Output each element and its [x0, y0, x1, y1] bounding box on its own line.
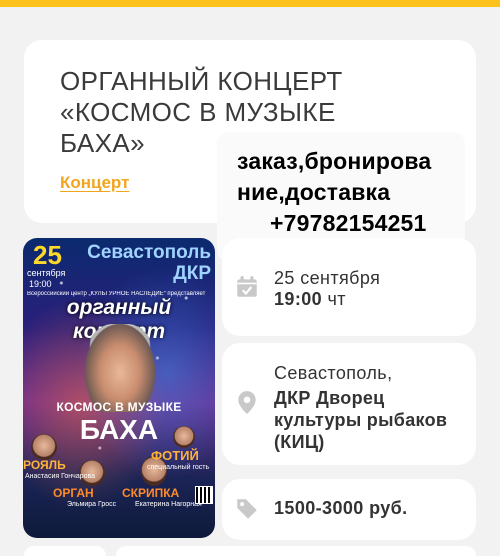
poster-date: 25 — [33, 240, 62, 270]
poster-month: сентября — [27, 268, 66, 278]
poster-performer-photo — [31, 434, 57, 460]
date-info-card: 25 сентября 19:00 чт — [222, 238, 476, 336]
event-time-line: 19:00 чт — [274, 289, 346, 310]
poster-venue-short: ДКР — [173, 263, 211, 284]
poster-performer1-role: РОЯЛЬ — [23, 458, 66, 472]
poster-city: Севастополь ДКР — [87, 242, 211, 284]
poster-performer2-name: ФОТИЙ — [151, 448, 199, 463]
overlay-line-1: заказ,бронирова — [237, 148, 432, 174]
event-price: 1500-3000 руб. — [274, 498, 408, 518]
poster-qr-code — [195, 486, 213, 504]
poster-performer4-name: Екатерина Нагорная — [135, 501, 202, 508]
poster-performer4-role: СКРИПКА — [122, 486, 180, 500]
event-date: 25 сентября — [274, 268, 381, 288]
price-info-card: 1500-3000 руб. — [222, 479, 476, 540]
event-time: 19:00 — [274, 289, 323, 309]
poster-performer3-name: Эльмира Гросс — [67, 501, 117, 508]
poster-performer1-name: Анастасия Гончарова — [25, 473, 96, 480]
location-pin-icon — [238, 391, 256, 414]
price-tag-icon — [237, 499, 257, 519]
poster-time: 19:00 — [29, 279, 52, 289]
event-poster-image[interactable]: 25 сентября 19:00 Севастополь ДКР Всерос… — [23, 238, 215, 538]
category-link[interactable]: Концерт — [60, 173, 129, 193]
event-weekday: чт — [327, 289, 346, 309]
overlay-line-2: ние,доставка — [237, 179, 391, 205]
place-info-card: Севастополь, ДКР Дворец культуры рыбаков… — [222, 343, 476, 465]
top-accent-bar — [0, 0, 500, 7]
event-venue[interactable]: ДКР Дворец культуры рыбаков (КИЦ) — [274, 387, 464, 453]
calendar-icon — [237, 276, 257, 297]
bottom-card[interactable] — [24, 546, 106, 556]
poster-city-name: Севастополь — [87, 242, 211, 263]
poster-subtitle: КОСМОС В МУЗЫКЕ — [56, 400, 182, 414]
overlay-phone[interactable]: +79782154251 — [237, 208, 465, 239]
bottom-card[interactable] — [116, 546, 476, 556]
poster-bach-portrait — [85, 324, 155, 412]
poster-performer-photo — [173, 426, 195, 448]
poster-performer3-role: ОРГАН — [53, 486, 94, 500]
event-city: Севастополь, — [274, 363, 393, 383]
poster-performer2-role: специальный гость — [147, 464, 210, 471]
